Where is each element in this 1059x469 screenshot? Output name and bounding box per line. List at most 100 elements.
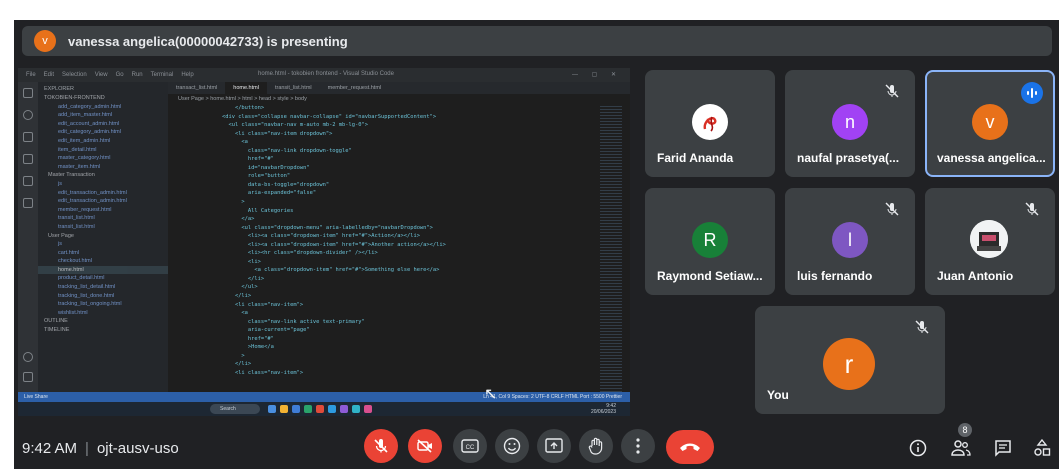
reactions-button[interactable] <box>495 429 529 463</box>
taskbar-app-icon <box>280 405 288 413</box>
code-line: href="#" <box>168 155 598 164</box>
code-line: All Categories <box>168 207 598 216</box>
line-number <box>168 266 196 275</box>
code-line: <li class="nav-item"> <box>168 369 598 378</box>
code-text: <a class="dropdown-item" href="#">Someth… <box>196 267 440 274</box>
code-text: </li> <box>196 293 252 300</box>
explorer-file: master_category.html <box>58 155 111 162</box>
code-text: >Home</a <box>196 344 274 351</box>
shared-screen[interactable]: File Edit Selection View Go Run Terminal Help h… <box>18 68 630 416</box>
editor-tab: transit_list.html <box>274 85 312 91</box>
status-right: Ln 41, Col 9 Spaces: 2 UTF-8 CRLF HTML P… <box>483 394 622 400</box>
live-share-icon <box>23 198 33 208</box>
meeting-details-button[interactable] <box>908 438 928 458</box>
status-live-share: Live Share <box>24 394 48 400</box>
line-number <box>168 130 196 139</box>
explorer-file: wishlist.html <box>58 309 88 316</box>
participant-name: naufal prasetya(... <box>797 151 900 165</box>
line-number <box>168 181 196 190</box>
participant-tile-you[interactable]: r You <box>755 306 945 414</box>
mic-off-icon <box>915 320 929 334</box>
line-number <box>168 283 196 292</box>
participant-tile-juan[interactable]: Juan Antonio <box>925 188 1055 295</box>
camera-off-icon <box>417 439 432 453</box>
line-number <box>168 147 196 156</box>
activities-button[interactable] <box>1032 438 1052 458</box>
meeting-info: 9:42 AM | ojt-ausv-uso <box>22 440 179 457</box>
camera-toggle-button[interactable] <box>408 429 442 463</box>
code-line: <a <box>168 138 598 147</box>
raise-hand-button[interactable] <box>579 429 613 463</box>
captions-button[interactable]: CC <box>453 429 487 463</box>
explorer-file: add_item_master.html <box>58 112 113 119</box>
windows-taskbar: Search 9:42 20/06/2023 <box>18 402 630 416</box>
editor-tab: home.html <box>225 82 267 94</box>
code-text: <li class="nav-item"> <box>196 369 304 376</box>
code-line: <li><hr class="dropdown-divider" /></li> <box>168 249 598 258</box>
emoji-icon <box>503 437 521 455</box>
taskbar-app-icon <box>364 405 372 413</box>
present-screen-icon <box>545 438 563 453</box>
explorer-file: edit_item_admin.html <box>58 137 111 144</box>
explorer-folder: OUTLINE <box>44 318 68 325</box>
code-line: aria-expanded="false" <box>168 189 598 198</box>
present-screen-button[interactable] <box>537 429 571 463</box>
meet-window: v vanessa angelica(00000042733) is prese… <box>14 20 1059 469</box>
code-line: <li class="nav-item"> <box>168 301 598 310</box>
vscode-menu-item: Terminal <box>150 72 174 78</box>
code-line: <ul class="navbar-nav m-auto mb-2 mb-lg-… <box>168 121 598 130</box>
line-number <box>168 164 196 173</box>
participant-tile-raymond[interactable]: R Raymond Setiaw... <box>645 188 775 295</box>
participant-avatar: n <box>832 104 868 140</box>
line-number <box>168 215 196 224</box>
code-text: id="navbarDropdown" <box>196 164 310 171</box>
editor-tab: member_request.html <box>327 85 382 91</box>
photo-avatar-icon <box>970 220 1008 258</box>
files-icon <box>23 88 33 98</box>
code-line: <div class="collapse navbar-collapse" id… <box>168 113 598 122</box>
microphone-toggle-button[interactable] <box>364 429 398 463</box>
explorer-file: edit_category_admin.html <box>58 129 121 136</box>
swirl-logo-icon <box>703 116 717 132</box>
participant-tile-naufal[interactable]: n naufal prasetya(... <box>785 70 915 177</box>
code-text: > <box>196 352 245 359</box>
code-text: <a <box>196 310 248 317</box>
taskbar-clock: 9:42 20/06/2023 <box>591 403 616 415</box>
explorer-file: product_detail.html <box>58 275 105 282</box>
source-control-icon <box>23 132 33 142</box>
vscode-menu-item: Go <box>115 72 124 78</box>
participant-tile-luis[interactable]: l luis fernando <box>785 188 915 295</box>
code-text: <li><a class="dropdown-item" href="#">Ac… <box>196 233 420 240</box>
minimap <box>600 104 622 394</box>
more-options-button[interactable] <box>621 429 655 463</box>
explorer-file: tracking_list_ongoing.html <box>58 301 122 308</box>
line-number <box>168 224 196 233</box>
line-number <box>168 369 196 378</box>
explorer-file: master_item.html <box>58 163 101 170</box>
explorer-file: cart.html <box>58 249 80 256</box>
presenter-avatar: v <box>34 30 56 52</box>
participant-tile-farid[interactable]: Farid Ananda <box>645 70 775 177</box>
taskbar-app-icon <box>316 405 324 413</box>
captions-icon: CC <box>461 439 479 453</box>
explorer-title: EXPLORER <box>44 86 74 92</box>
search-icon <box>23 110 33 120</box>
taskbar-search: Search <box>210 404 260 414</box>
participant-tile-vanessa[interactable]: v vanessa angelica... <box>925 70 1055 177</box>
run-debug-icon <box>23 154 33 164</box>
taskbar-app-icon <box>268 405 276 413</box>
code-text: </button> <box>196 105 265 111</box>
participant-name: vanessa angelica... <box>937 151 1046 165</box>
chat-button[interactable] <box>993 438 1013 458</box>
code-line: aria-current="page" <box>168 326 598 335</box>
editor-tab: transact_list.html <box>176 85 218 91</box>
people-button[interactable] <box>951 438 971 458</box>
code-line: id="navbarDropdown" <box>168 164 598 173</box>
code-line: </li> <box>168 275 598 284</box>
svg-text:CC: CC <box>466 445 475 451</box>
line-number <box>168 249 196 258</box>
line-number <box>168 121 196 130</box>
code-line: <a class="dropdown-item" href="#">Someth… <box>168 266 598 275</box>
vscode-menu-item: File <box>26 72 36 78</box>
leave-call-button[interactable] <box>666 430 714 464</box>
